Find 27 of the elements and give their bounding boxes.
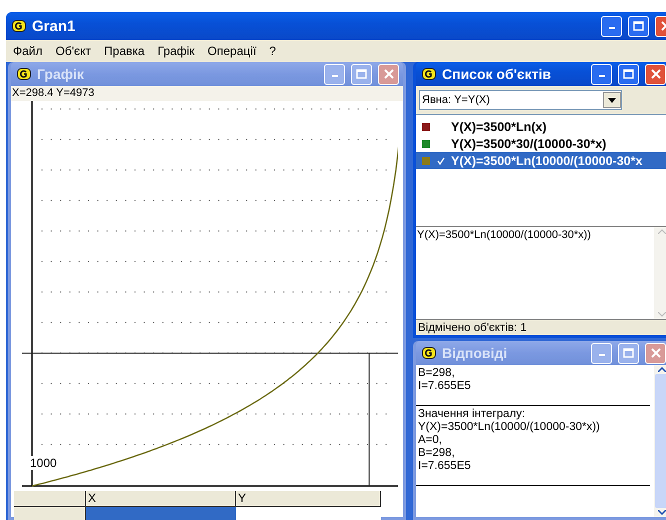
window-title: Графік: [37, 66, 85, 82]
menu-item[interactable]: Операції: [208, 44, 256, 58]
answer-line: A=0,: [418, 434, 443, 447]
menu-item[interactable]: Об'єкт: [56, 44, 92, 58]
answer-line: Y(X)=3500*Ln(10000/(10000-30*x)): [418, 421, 601, 434]
menu-item[interactable]: Графік: [158, 44, 195, 58]
window-title: Gran1: [32, 18, 76, 34]
object-list-item[interactable]: Y(X)=3500*30/(10000-30*x): [416, 135, 666, 152]
menu-item[interactable]: ?: [269, 44, 276, 58]
window-title: Список об'єктів: [442, 66, 552, 82]
type-dropdown[interactable]: Явна: Y=Y(X): [419, 90, 622, 110]
object-list-item[interactable]: Y(X)=3500*Ln(x): [416, 118, 666, 135]
menu-item[interactable]: Правка: [104, 44, 145, 58]
answer-line: B=298,: [418, 447, 456, 460]
answer-line: Значення інтегралу:: [418, 408, 526, 421]
column-header[interactable]: Y: [236, 491, 381, 507]
answer-line: I=7.655E5: [418, 380, 472, 393]
cursor-coordinates: X=298.4 Y=4973: [11, 86, 403, 101]
axis-label: 1000: [30, 456, 57, 470]
status-text: Відмічено об'єктів: 1: [416, 319, 666, 335]
answer-line: B=298,: [418, 367, 456, 380]
object-list-item[interactable]: Y(X)=3500*Ln(10000/(10000-30*x: [416, 152, 666, 169]
answer-line: I=7.655E5: [418, 460, 472, 473]
menu-item[interactable]: Файл: [13, 44, 43, 58]
window-title: Відповіді: [442, 345, 508, 361]
formula-text: Y(X)=3500*Ln(10000/(10000-30*x)): [416, 228, 592, 243]
column-header[interactable]: X: [86, 491, 236, 507]
